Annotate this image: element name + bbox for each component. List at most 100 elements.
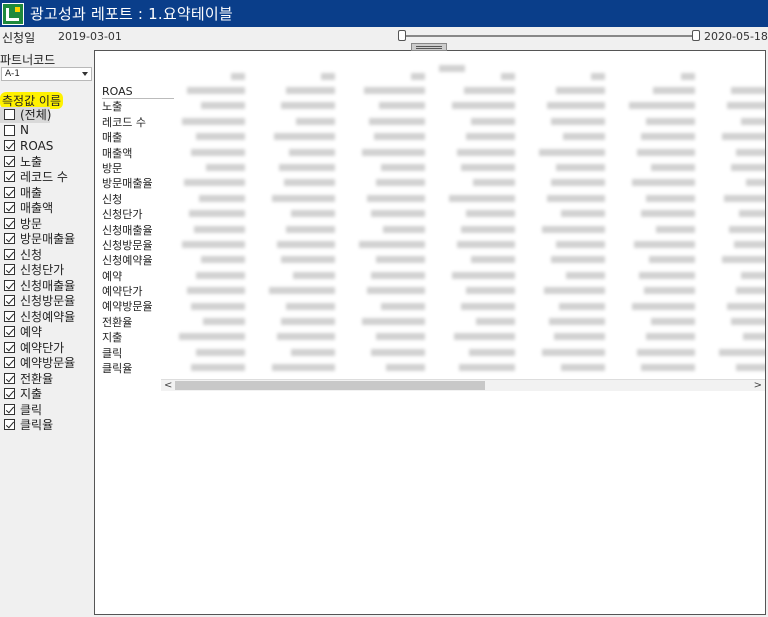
- measure-checkbox-item[interactable]: 레코드 수: [4, 169, 94, 185]
- blurred-cell: [374, 133, 425, 141]
- scrollbar-thumb[interactable]: [175, 381, 485, 390]
- blurred-cell: [466, 210, 515, 218]
- blurred-cell: [501, 73, 515, 80]
- measure-checkbox-item[interactable]: 신청단가: [4, 262, 94, 278]
- blurred-cell: [547, 102, 605, 110]
- blurred-cell: [729, 225, 765, 233]
- blurred-cell: [746, 179, 765, 187]
- checkbox-checked-icon[interactable]: [4, 295, 15, 307]
- blurred-cell: [452, 102, 515, 110]
- blurred-cell: [461, 225, 515, 233]
- checkbox-checked-icon[interactable]: [4, 140, 15, 152]
- blurred-cell: [293, 271, 335, 279]
- measure-checkbox-label: ROAS: [20, 138, 54, 153]
- panel-grip-handle[interactable]: [411, 43, 447, 51]
- blurred-cell: [719, 348, 765, 356]
- measure-checkbox-item[interactable]: (전체): [0, 107, 51, 123]
- checkbox-checked-icon[interactable]: [4, 186, 15, 198]
- measure-checkbox-item[interactable]: 노출: [4, 154, 94, 170]
- measure-checkbox-label: 신청매출율: [20, 278, 76, 293]
- blurred-cell: [469, 348, 515, 356]
- measure-checkbox-item[interactable]: 지출: [4, 386, 94, 402]
- blurred-cell: [201, 102, 245, 110]
- checkbox-checked-icon[interactable]: [4, 372, 15, 384]
- scroll-right-arrow-icon[interactable]: >: [754, 381, 762, 391]
- scroll-left-arrow-icon[interactable]: <: [164, 381, 172, 391]
- measure-checkbox-item[interactable]: 예약방문율: [4, 355, 94, 371]
- blurred-cell: [743, 333, 765, 341]
- measure-checkbox-item[interactable]: 신청매출율: [4, 278, 94, 294]
- checkbox-checked-icon[interactable]: [4, 403, 15, 415]
- checkbox-checked-icon[interactable]: [4, 248, 15, 260]
- measure-checkbox-item[interactable]: 매출액: [4, 200, 94, 216]
- blurred-cell: [379, 102, 425, 110]
- measure-checkbox-item[interactable]: 방문: [4, 216, 94, 232]
- blurred-cell: [284, 179, 335, 187]
- blurred-cell: [471, 256, 515, 264]
- blurred-cell: [376, 256, 425, 264]
- checkbox-checked-icon[interactable]: [4, 233, 15, 245]
- checkbox-checked-icon[interactable]: [4, 171, 15, 183]
- partner-code-select[interactable]: A-1: [1, 67, 92, 81]
- measure-checkbox-item[interactable]: 예약: [4, 324, 94, 340]
- blurred-cell: [566, 271, 605, 279]
- blurred-cell: [439, 65, 465, 72]
- measure-checkbox-item[interactable]: 매출: [4, 185, 94, 201]
- measure-checkbox-label: 매출액: [20, 201, 54, 216]
- date-start-value[interactable]: 2019-03-01: [58, 30, 122, 43]
- blurred-cell: [281, 102, 335, 110]
- summary-table-panel: ROAS 노출 레코드 수 매출 매출액 방문 방문매출율 신청 신청단가 신청매출율 신청방문율 신…: [94, 43, 766, 615]
- blurred-cell: [544, 287, 605, 295]
- blurred-cell: [722, 256, 765, 264]
- blurred-cell: [551, 179, 605, 187]
- measure-checkbox-item[interactable]: 클릭율: [4, 417, 94, 433]
- checkbox-checked-icon[interactable]: [4, 264, 15, 276]
- blurred-cell: [286, 87, 335, 94]
- blurred-cell: [741, 271, 765, 279]
- blurred-cell: [362, 148, 425, 156]
- blurred-cell: [473, 179, 515, 187]
- table-row-header: 방문매출율: [102, 177, 153, 191]
- checkbox-checked-icon[interactable]: [4, 155, 15, 167]
- checkbox-checked-icon[interactable]: [4, 279, 15, 291]
- window-title: 광고성과 레포트 : 1.요약테이블: [30, 5, 233, 23]
- date-range-slider-track[interactable]: [402, 35, 696, 37]
- checkbox-unchecked-icon[interactable]: [4, 124, 15, 136]
- measure-checkbox-label: N: [20, 123, 29, 138]
- measure-checkbox-item[interactable]: 신청예약율: [4, 309, 94, 325]
- measure-checkbox-item[interactable]: 예약단가: [4, 340, 94, 356]
- checkbox-checked-icon[interactable]: [4, 388, 15, 400]
- measure-checkbox-item[interactable]: 신청: [4, 247, 94, 263]
- blurred-cell: [646, 333, 695, 341]
- measure-checkbox-label: 신청예약율: [20, 309, 76, 324]
- measure-checkbox-item[interactable]: 클릭: [4, 402, 94, 418]
- checkbox-checked-icon[interactable]: [4, 357, 15, 369]
- blurred-cell: [554, 333, 605, 341]
- measure-checkbox-item[interactable]: 방문매출율: [4, 231, 94, 247]
- measure-checkbox-item[interactable]: 신청방문율: [4, 293, 94, 309]
- table-row-header: 지출: [102, 331, 123, 345]
- measure-checkbox-item[interactable]: ROAS: [4, 138, 94, 154]
- blurred-cell: [561, 364, 605, 372]
- table-row-header: 매출: [102, 131, 123, 145]
- checkbox-checked-icon[interactable]: [4, 419, 15, 431]
- checkbox-checked-icon[interactable]: [4, 326, 15, 338]
- checkbox-unchecked-icon[interactable]: [4, 109, 15, 121]
- measure-checkbox-item[interactable]: N: [4, 123, 94, 139]
- checkbox-checked-icon[interactable]: [4, 310, 15, 322]
- date-slider-start-handle[interactable]: [398, 30, 406, 41]
- horizontal-scrollbar[interactable]: < >: [161, 379, 765, 391]
- measure-checkbox-label: 클릭율: [20, 418, 54, 433]
- blurred-cell: [466, 133, 515, 141]
- blurred-cell: [454, 333, 515, 341]
- blurred-cell: [591, 73, 605, 80]
- measure-checkbox-label: 예약: [20, 325, 43, 340]
- blurred-cell: [559, 302, 605, 310]
- checkbox-checked-icon[interactable]: [4, 202, 15, 214]
- checkbox-checked-icon[interactable]: [4, 217, 15, 229]
- measure-checkbox-item[interactable]: 전환율: [4, 371, 94, 387]
- date-end-value[interactable]: 2020-05-18: [704, 30, 768, 43]
- date-slider-end-handle[interactable]: [692, 30, 700, 41]
- blurred-cell: [194, 225, 245, 233]
- checkbox-checked-icon[interactable]: [4, 341, 15, 353]
